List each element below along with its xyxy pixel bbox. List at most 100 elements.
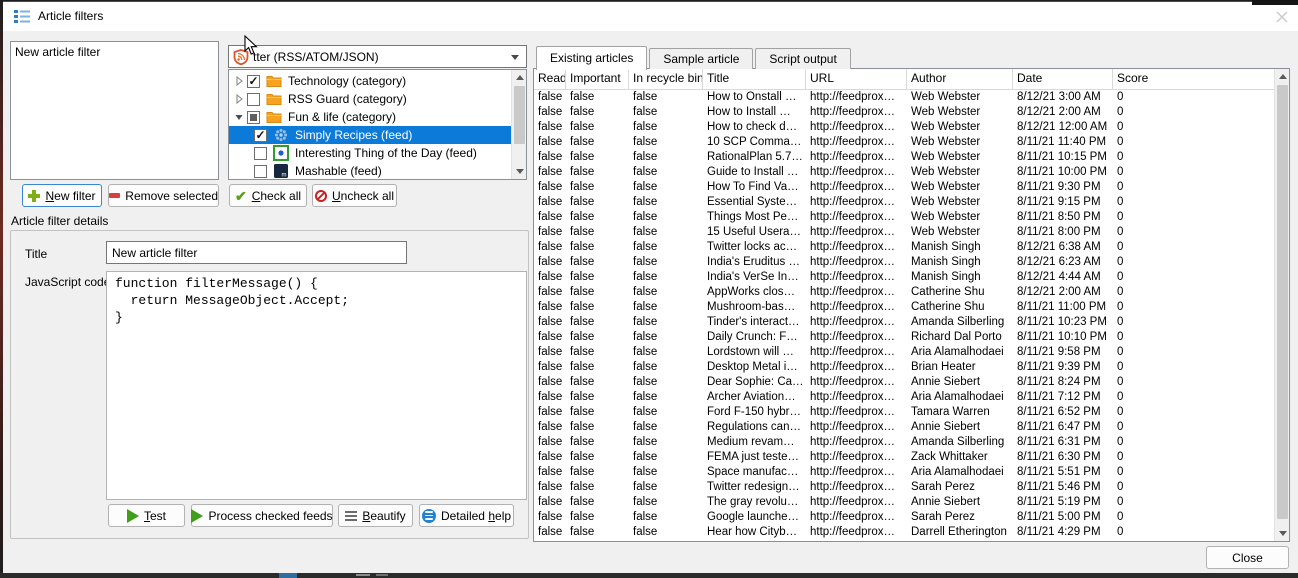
table-cell: Google launche… [703, 510, 806, 525]
interesting-thing-icon [273, 145, 289, 161]
uncheck-all-button[interactable]: Uncheck all [312, 184, 397, 207]
tree-item-label: Mashable (feed) [295, 164, 382, 178]
table-row[interactable]: falsefalsefalseTinder's interact…http://… [534, 315, 1274, 330]
table-row[interactable]: falsefalsefalseEssential Syste…http://fe… [534, 195, 1274, 210]
javascript-code-editor[interactable]: function filterMessage() { return Messag… [106, 271, 527, 500]
scrollbar-thumb[interactable] [1277, 85, 1288, 519]
close-icon[interactable] [1274, 9, 1290, 25]
table-cell: false [629, 150, 703, 165]
table-row[interactable]: falsefalsefalseHow to Install …http://fe… [534, 105, 1274, 120]
table-row[interactable]: falsefalsefalseGoogle launche…http://fee… [534, 510, 1274, 525]
tree-checkbox-checked[interactable]: ✓ [254, 129, 267, 142]
table-cell: http://feedprox… [806, 135, 907, 150]
column-header-in-recycle-bin[interactable]: In recycle bin [629, 69, 703, 89]
tree-item-interesting-thing-of-the-day-feed[interactable]: Interesting Thing of the Day (feed) [229, 144, 526, 162]
table-row[interactable]: falsefalsefalseFEMA just teste…http://fe… [534, 450, 1274, 465]
table-row[interactable]: falsefalsefalseFord F-150 hybr…http://fe… [534, 405, 1274, 420]
table-row[interactable]: falsefalsefalseDesktop Metal i…http://fe… [534, 360, 1274, 375]
table-cell: false [534, 90, 566, 105]
scroll-down-icon[interactable] [1275, 526, 1290, 541]
column-header-score[interactable]: Score [1113, 69, 1274, 89]
close-button[interactable]: Close [1206, 546, 1289, 569]
table-cell: false [534, 450, 566, 465]
test-button[interactable]: Test [108, 504, 185, 527]
table-row[interactable]: falsefalsefalseLordstown will …http://fe… [534, 345, 1274, 360]
table-cell: http://feedprox… [806, 285, 907, 300]
table-row[interactable]: falsefalsefalseMushroom-bas…http://feedp… [534, 300, 1274, 315]
expand-arrow-icon[interactable] [233, 93, 245, 105]
table-row[interactable]: falsefalsefalseIndia's VerSe In…http://f… [534, 270, 1274, 285]
column-header-read[interactable]: Read [534, 69, 566, 89]
remove-selected-button[interactable]: Remove selected [108, 184, 219, 207]
expand-arrow-icon[interactable] [233, 75, 245, 87]
table-row[interactable]: falsefalsefalse15 Useful Usera…http://fe… [534, 225, 1274, 240]
table-row[interactable]: falsefalsefalseArcher Aviation…http://fe… [534, 390, 1274, 405]
table-cell: 8/11/21 5:46 PM [1013, 480, 1113, 495]
scroll-down-icon[interactable] [512, 164, 527, 179]
tree-item-rss-guard-category[interactable]: RSS Guard (category) [229, 90, 526, 108]
table-row[interactable]: falsefalsefalseGuide to Install …http://… [534, 165, 1274, 180]
collapse-arrow-icon[interactable] [233, 111, 245, 123]
scroll-up-icon[interactable] [512, 70, 527, 85]
tab-script-output[interactable]: Script output [755, 48, 850, 69]
table-cell: 8/11/21 5:19 PM [1013, 495, 1113, 510]
table-cell: http://feedprox… [806, 360, 907, 375]
tree-item-simply-recipes-feed[interactable]: ✓Simply Recipes (feed) [229, 126, 526, 144]
process-checked-feeds-button[interactable]: Process checked feeds [191, 504, 333, 527]
table-row[interactable]: falsefalsefalseHow to check d…http://fee… [534, 120, 1274, 135]
check-all-button[interactable]: ✔ Check all [229, 184, 307, 207]
table-row[interactable]: falsefalsefalseThings Most Pe…http://fee… [534, 210, 1274, 225]
table-cell: false [566, 210, 629, 225]
table-cell: 0 [1113, 375, 1274, 390]
table-row[interactable]: falsefalsefalseDaily Crunch: F…http://fe… [534, 330, 1274, 345]
table-cell: Manish Singh [907, 270, 1013, 285]
close-button-label: Close [1232, 551, 1263, 565]
table-row[interactable]: falsefalsefalseMedium revam…http://feedp… [534, 435, 1274, 450]
tree-checkbox-checked[interactable]: ✓ [247, 75, 260, 88]
table-row[interactable]: falsefalsefalseHow to Onstall …http://fe… [534, 90, 1274, 105]
detailed-help-button[interactable]: Detailed help [419, 504, 514, 527]
tree-item-fun-life-category[interactable]: Fun & life (category) [229, 108, 526, 126]
tree-item-mashable-feed[interactable]: mMashable (feed) [229, 162, 526, 180]
table-row[interactable]: falsefalsefalseRegulations can…http://fe… [534, 420, 1274, 435]
filters-list-item[interactable]: New article filter [11, 42, 218, 62]
table-scrollbar[interactable] [1274, 69, 1289, 541]
beautify-button[interactable]: Beautify [338, 504, 413, 527]
table-row[interactable]: falsefalsefalseHear how Cityb…http://fee… [534, 525, 1274, 540]
table-row[interactable]: falsefalsefalseHow To Find Va…http://fee… [534, 180, 1274, 195]
table-row[interactable]: falsefalsefalseIndia's Eruditus …http://… [534, 255, 1274, 270]
column-header-title[interactable]: Title [703, 69, 806, 89]
table-row[interactable]: falsefalsefalseTwitter redesign…http://f… [534, 480, 1274, 495]
table-row[interactable]: falsefalsefalseAppWorks clos…http://feed… [534, 285, 1274, 300]
table-row[interactable]: falsefalsefalseTwitter locks ac…http://f… [534, 240, 1274, 255]
filters-list[interactable]: New article filter [10, 41, 219, 180]
table-cell: Sarah Perez [907, 480, 1013, 495]
feeds-tree-scrollbar[interactable] [511, 70, 526, 179]
table-cell: http://feedprox… [806, 345, 907, 360]
account-dropdown[interactable]: tter (RSS/ATOM/JSON) [228, 45, 527, 68]
column-header-url[interactable]: URL [806, 69, 907, 89]
table-cell: Things Most Pe… [703, 210, 806, 225]
tab-sample-article[interactable]: Sample article [649, 48, 753, 69]
table-cell: How to check d… [703, 120, 806, 135]
column-header-date[interactable]: Date [1013, 69, 1113, 89]
table-row[interactable]: falsefalsefalse10 SCP Comma…http://feedp… [534, 135, 1274, 150]
tab-existing-articles[interactable]: Existing articles [536, 46, 647, 70]
table-row[interactable]: falsefalsefalseSpace manufac…http://feed… [534, 465, 1274, 480]
table-row[interactable]: falsefalsefalseThe gray revolu…http://fe… [534, 495, 1274, 510]
column-header-author[interactable]: Author [907, 69, 1013, 89]
tree-checkbox-unchecked[interactable] [254, 165, 267, 178]
table-row[interactable]: falsefalsefalseDear Sophie: Ca…http://fe… [534, 375, 1274, 390]
tree-checkbox-partial[interactable] [247, 111, 260, 124]
scrollbar-thumb[interactable] [514, 86, 525, 144]
new-filter-button[interactable]: New filter [22, 184, 102, 207]
table-row[interactable]: falsefalsefalseRationalPlan 5.7…http://f… [534, 150, 1274, 165]
scroll-up-icon[interactable] [1275, 69, 1290, 84]
tree-checkbox-unchecked[interactable] [247, 93, 260, 106]
tree-item-technology-category[interactable]: ✓Technology (category) [229, 72, 526, 90]
tree-checkbox-unchecked[interactable] [254, 147, 267, 160]
title-input[interactable] [106, 241, 407, 264]
table-cell: 8/11/21 10:00 PM [1013, 165, 1113, 180]
column-header-important[interactable]: Important [566, 69, 629, 89]
account-dropdown-text: tter (RSS/ATOM/JSON) [253, 50, 379, 64]
